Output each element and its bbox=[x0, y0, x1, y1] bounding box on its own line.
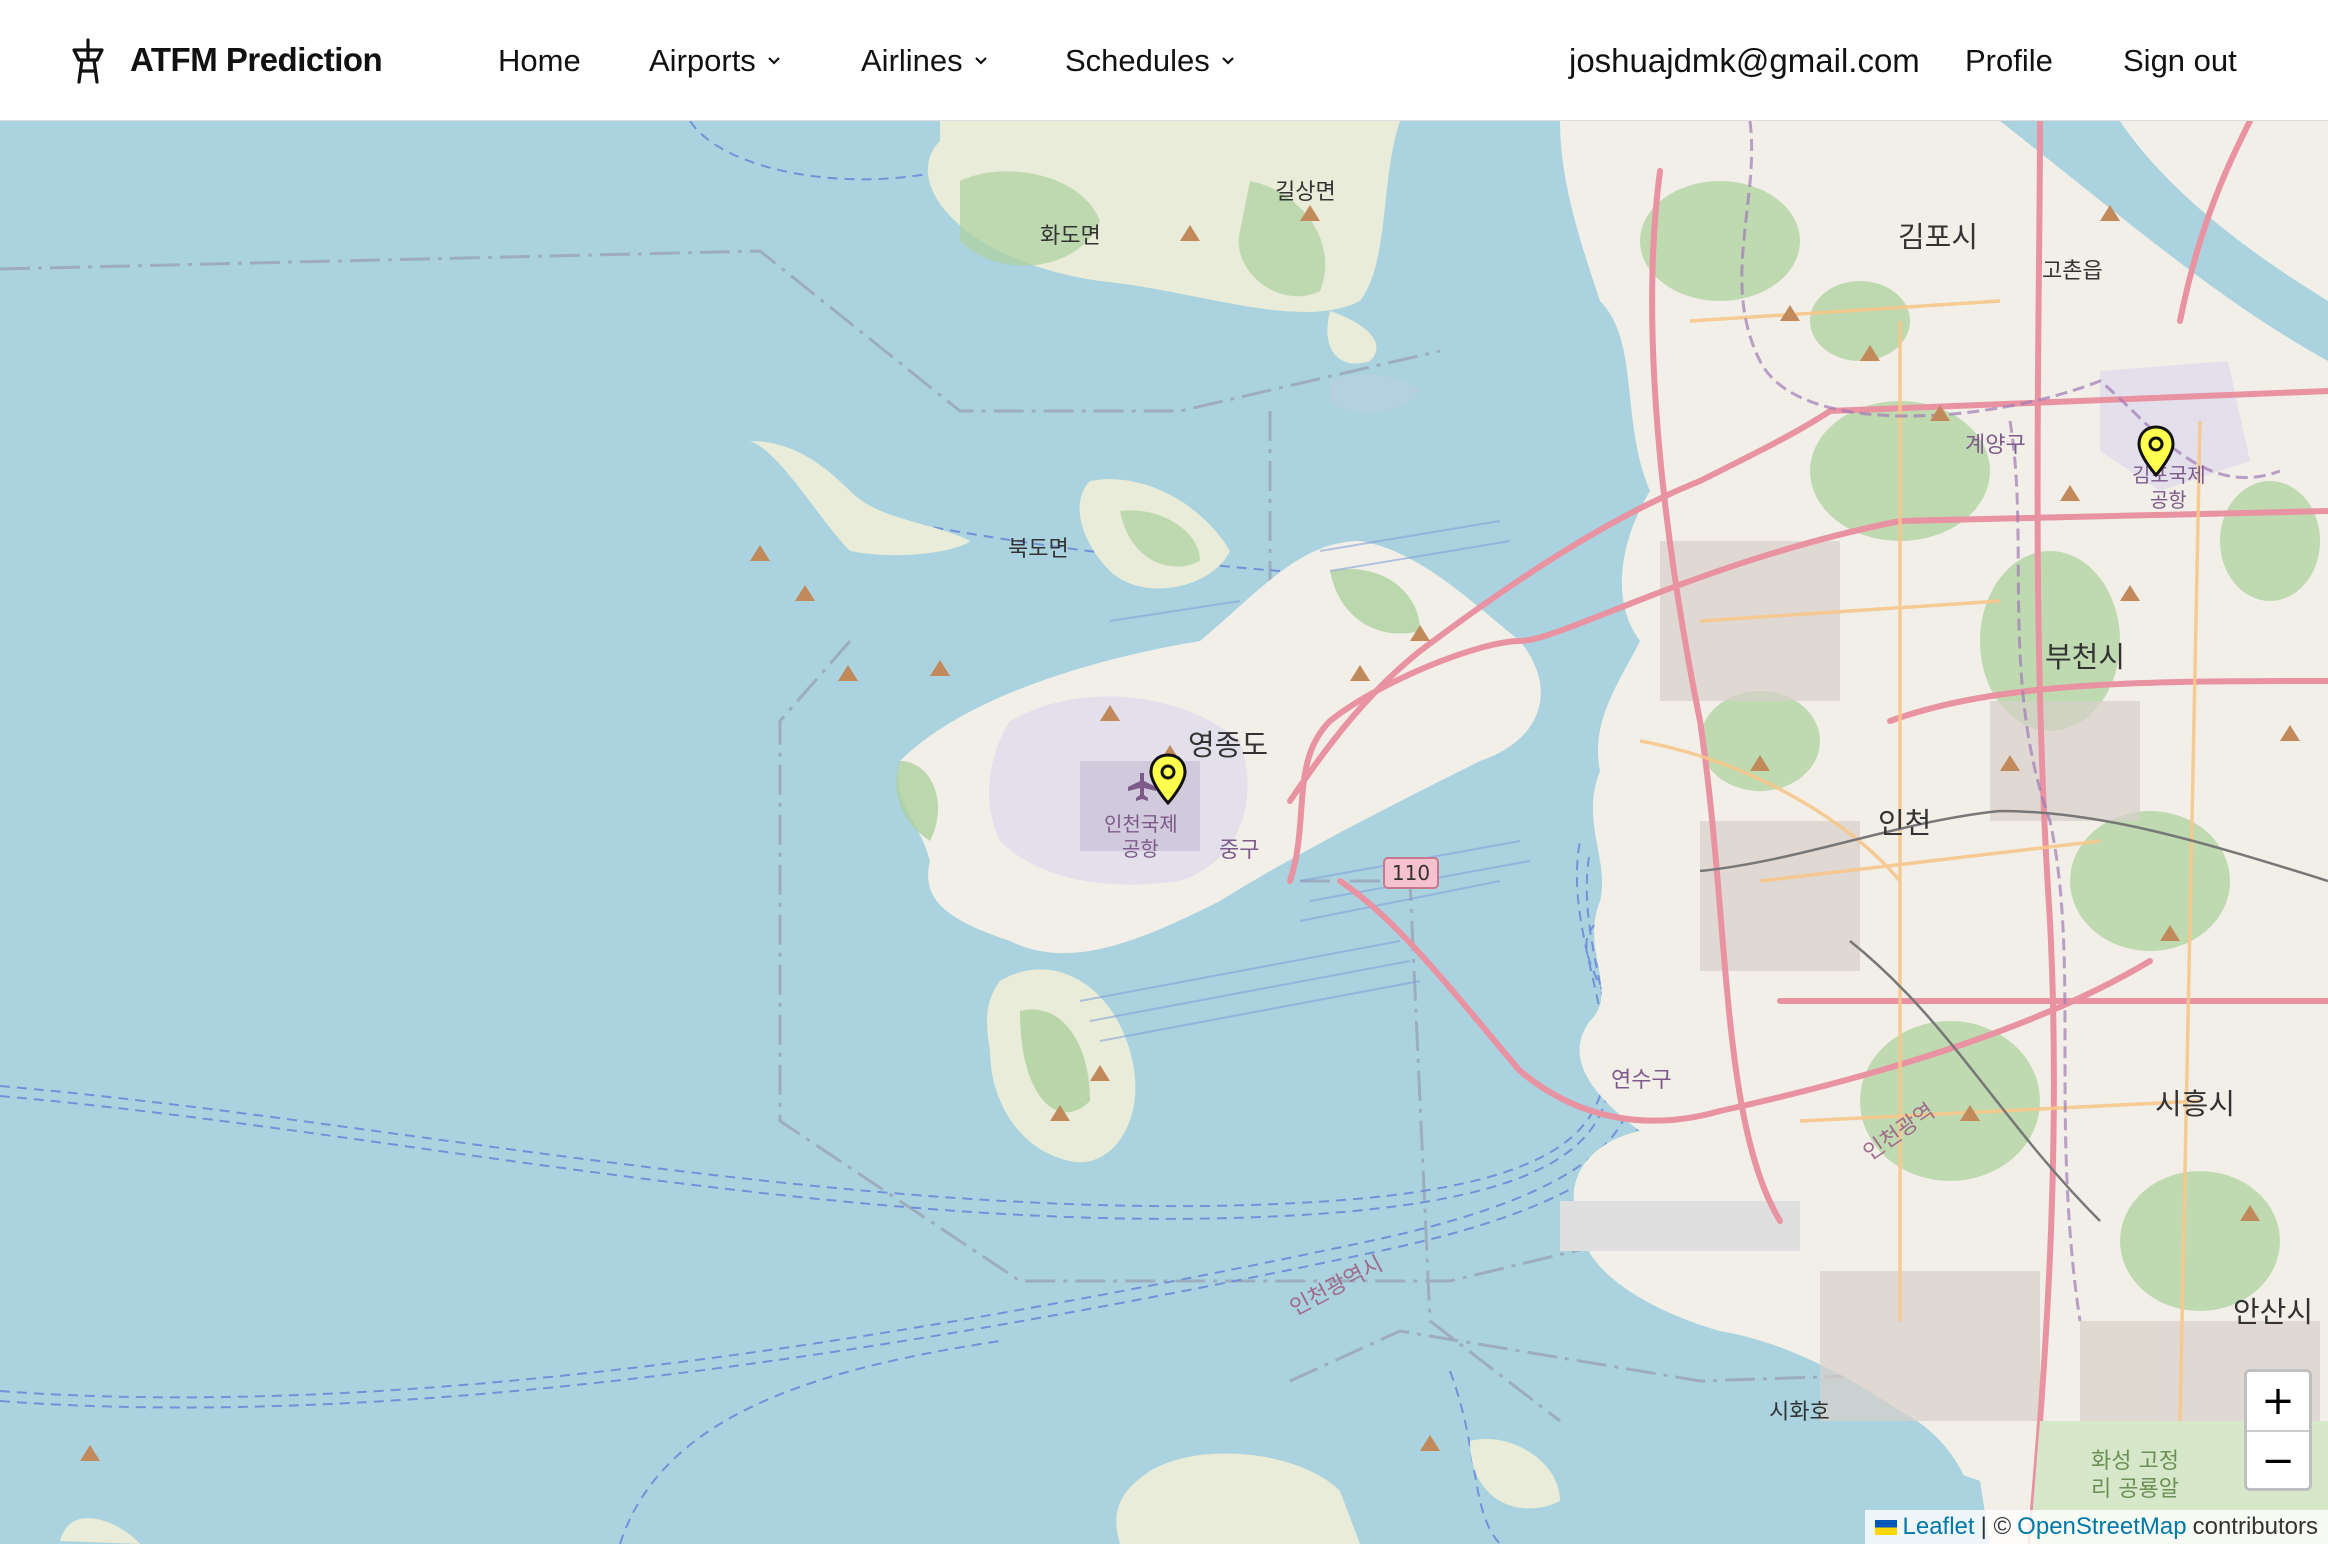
zoom-out-button[interactable]: − bbox=[2247, 1430, 2309, 1488]
map-label-sihwaho: 시화호 bbox=[1769, 1400, 1830, 1425]
map-attribution: Leaflet | © OpenStreetMap contributors bbox=[1864, 1510, 2328, 1544]
brand-link[interactable]: ATFM Prediction bbox=[66, 36, 383, 84]
airport-marker-icheon[interactable] bbox=[1148, 753, 1188, 805]
ukraine-flag-icon bbox=[1874, 1519, 1897, 1535]
chevron-down-icon bbox=[1222, 57, 1234, 65]
map-label-incheon: 인천 bbox=[1878, 806, 1931, 840]
osm-link[interactable]: OpenStreetMap bbox=[2017, 1510, 2186, 1544]
map-label-bukdo: 북도면 bbox=[1008, 537, 1069, 562]
user-email: joshuajdmk@gmail.com bbox=[1569, 42, 1920, 79]
map-label-gochon: 고촌읍 bbox=[2042, 259, 2103, 284]
map-label-gyeyang: 계양구 bbox=[1965, 433, 2026, 458]
leaflet-link[interactable]: Leaflet bbox=[1903, 1510, 1975, 1544]
route-shield-110: 110 bbox=[1392, 861, 1430, 885]
top-navbar: ATFM Prediction Home Airports Airlines S… bbox=[0, 0, 2328, 121]
airport-marker-gimpo[interactable] bbox=[2136, 425, 2176, 477]
zoom-in-button[interactable]: + bbox=[2247, 1372, 2309, 1430]
map-label-yeonsu: 연수구 bbox=[1611, 1068, 1672, 1093]
chevron-down-icon bbox=[974, 57, 987, 65]
attribution-separator: | © bbox=[1980, 1513, 2012, 1540]
nav-schedules-label: Schedules bbox=[1065, 43, 1210, 78]
attribution-contributors: contributors bbox=[2192, 1513, 2318, 1540]
map-container[interactable]: 110 화도면 길상면 북도면 고촌읍 계양구 연수구 중구 시화호 화성 고정… bbox=[0, 121, 2328, 1544]
profile-link[interactable]: Profile bbox=[1965, 43, 2053, 79]
nav-home[interactable]: Home bbox=[498, 43, 581, 79]
nav-airports-label: Airports bbox=[649, 43, 756, 78]
map-label-yeongjongdo: 영종도 bbox=[1188, 728, 1268, 762]
map-label-hwaseong-1: 화성 고정 bbox=[2091, 1449, 2179, 1474]
control-tower-icon bbox=[72, 38, 104, 84]
nav-airports-dropdown[interactable]: Airports bbox=[649, 43, 782, 79]
map-label-siheung: 시흥시 bbox=[2155, 1087, 2235, 1121]
map-label-gimpo: 김포시 bbox=[1898, 220, 1978, 254]
map-label-junggu: 중구 bbox=[1219, 838, 1259, 863]
sign-out-link[interactable]: Sign out bbox=[2123, 43, 2237, 79]
map-tiles[interactable]: 110 화도면 길상면 북도면 고촌읍 계양구 연수구 중구 시화호 화성 고정… bbox=[0, 121, 2328, 1544]
nav-airlines-label: Airlines bbox=[861, 43, 963, 78]
map-label-incheon-airport-2: 공항 bbox=[1122, 837, 1159, 861]
brand-title: ATFM Prediction bbox=[130, 41, 383, 78]
map-label-gimpo-airport-2: 공항 bbox=[2150, 488, 2187, 512]
zoom-control: + − bbox=[2244, 1369, 2312, 1491]
nav-airlines-dropdown[interactable]: Airlines bbox=[861, 43, 989, 79]
map-label-ansan: 안산시 bbox=[2233, 1295, 2313, 1329]
nav-schedules-dropdown[interactable]: Schedules bbox=[1065, 43, 1236, 79]
map-label-bucheon: 부천시 bbox=[2045, 640, 2125, 674]
map-label-incheon-airport-1: 인천국제 bbox=[1104, 812, 1178, 836]
map-label-gilsang: 길상면 bbox=[1275, 180, 1336, 205]
map-label-hwado: 화도면 bbox=[1040, 224, 1101, 249]
chevron-down-icon bbox=[768, 57, 780, 65]
map-label-hwaseong-2: 리 공룡알 bbox=[2091, 1477, 2179, 1502]
